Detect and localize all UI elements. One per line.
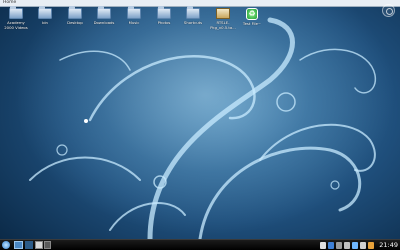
pager-desktop-1[interactable] xyxy=(35,241,43,249)
folder-icon xyxy=(186,6,200,19)
device-notifier-icon[interactable] xyxy=(336,242,342,249)
battery-icon[interactable] xyxy=(360,242,366,249)
icon-label: bin xyxy=(42,20,48,25)
show-desktop-icon[interactable] xyxy=(14,241,23,249)
clock[interactable]: 21:49 xyxy=(379,240,398,250)
desktop[interactable]: Home Academy 2000 Videos bin Desktop Dow… xyxy=(0,0,400,239)
virtual-desktop-pager[interactable] xyxy=(35,241,51,249)
desktop-icon-music[interactable]: Music xyxy=(120,6,148,26)
clipboard-icon[interactable] xyxy=(320,242,326,249)
recycle-icon: ♻ xyxy=(246,8,258,20)
desktop-icon-test-file[interactable]: ♻ Test File~ xyxy=(238,8,266,27)
folder-icon xyxy=(157,6,171,19)
folder-icon xyxy=(9,6,23,19)
notifications-icon[interactable] xyxy=(368,242,374,249)
wallpaper-swirls xyxy=(29,17,377,239)
icon-label: Music xyxy=(128,20,140,25)
desktop-icon-bin[interactable]: bin xyxy=(31,6,59,26)
folder-icon xyxy=(38,6,52,19)
network-icon[interactable] xyxy=(328,242,334,249)
system-tray xyxy=(320,242,374,249)
icon-label: Downloads xyxy=(93,20,115,25)
desktop-icon-archive[interactable]: RTSLE-Pkg_v0.5.ta... xyxy=(209,8,237,30)
desktop-icon-academy-videos[interactable]: Academy 2000 Videos xyxy=(2,6,30,30)
application-launcher-icon[interactable] xyxy=(2,241,10,249)
icon-label: Academy 2000 Videos xyxy=(4,20,28,30)
archive-icon xyxy=(216,8,230,19)
desktop-toolbox-button[interactable] xyxy=(382,4,395,17)
file-manager-icon[interactable] xyxy=(25,241,33,249)
folder-icon xyxy=(127,6,141,19)
icon-label: Shortcuts xyxy=(183,20,203,25)
taskbar-panel: 21:49 xyxy=(0,239,400,250)
desktop-icon-photos[interactable]: Photos xyxy=(150,6,178,26)
volume-icon[interactable] xyxy=(344,242,350,249)
folder-icon xyxy=(68,6,82,19)
icon-label: Photos xyxy=(157,20,171,25)
icon-label: Desktop xyxy=(67,20,83,25)
icon-label: Test File~ xyxy=(242,21,262,26)
desktop-icon-downloads[interactable]: Downloads xyxy=(90,6,118,26)
icon-label: RTSLE-Pkg_v0.5.ta... xyxy=(210,20,236,30)
pager-desktop-2[interactable] xyxy=(43,241,51,249)
folder-view-titlebar[interactable]: Home xyxy=(0,0,400,7)
folder-icon xyxy=(97,6,111,19)
desktop-icon-shortcuts[interactable]: Shortcuts xyxy=(179,6,207,26)
update-icon[interactable] xyxy=(352,242,358,249)
desktop-icon-desktop[interactable]: Desktop xyxy=(61,6,89,26)
